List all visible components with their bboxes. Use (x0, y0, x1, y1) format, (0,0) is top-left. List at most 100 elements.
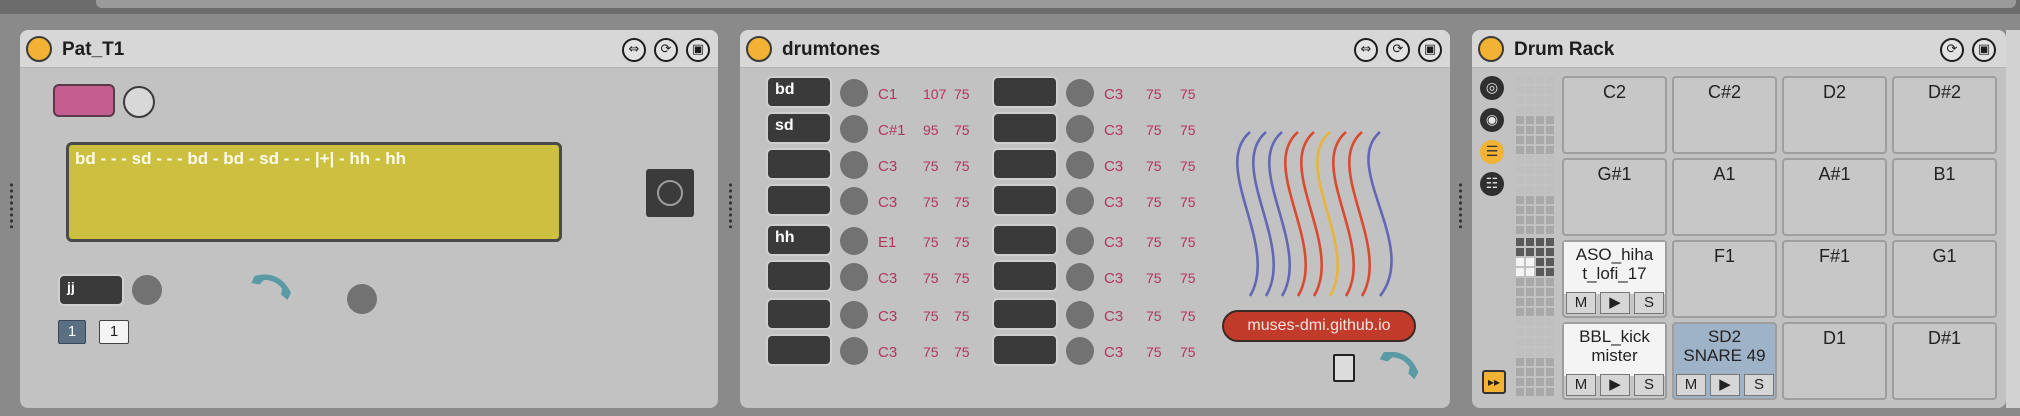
length-value[interactable]: 75 (1180, 270, 1196, 286)
drum-pad[interactable]: C#2 (1672, 76, 1777, 154)
drum-name-field[interactable] (766, 334, 832, 366)
note-value[interactable]: C3 (1104, 194, 1123, 211)
device-save-icon[interactable]: ▣ (1418, 38, 1442, 62)
note-value[interactable]: C3 (1104, 158, 1123, 175)
velocity-value[interactable]: 75 (1146, 344, 1162, 360)
length-value[interactable]: 75 (954, 270, 970, 286)
drum-name-field[interactable] (992, 334, 1058, 366)
note-value[interactable]: C3 (878, 308, 897, 325)
drum-name-field[interactable]: hh (766, 224, 832, 256)
counter-box-a[interactable]: 1 (58, 320, 86, 344)
drum-pad[interactable]: SD2 SNARE 49 M ▶ S (1672, 322, 1777, 400)
drum-name-field[interactable] (992, 224, 1058, 256)
device-power-toggle[interactable] (746, 36, 772, 62)
velocity-value[interactable]: 75 (1146, 122, 1162, 138)
pink-toggle-button[interactable] (53, 84, 115, 117)
note-value[interactable]: C3 (1104, 234, 1123, 251)
length-value[interactable]: 75 (954, 234, 970, 250)
note-value[interactable]: C3 (878, 194, 897, 211)
record-button[interactable] (646, 169, 694, 217)
note-value[interactable]: C3 (1104, 86, 1123, 103)
drum-name-field[interactable] (992, 298, 1058, 330)
velocity-value[interactable]: 75 (923, 270, 939, 286)
jj-button[interactable]: jj (58, 274, 124, 306)
auto-select-icon[interactable]: ▸▸ (1482, 370, 1506, 394)
counter-box-b[interactable]: 1 (99, 320, 129, 344)
velocity-value[interactable]: 75 (1146, 158, 1162, 174)
pattern-text-box[interactable]: bd - - - sd - - - bd - bd - sd - - - |+|… (66, 142, 562, 242)
drum-name-field[interactable] (766, 148, 832, 180)
drum-name-field[interactable] (766, 184, 832, 216)
resize-grip[interactable] (1458, 182, 1463, 228)
length-value[interactable]: 75 (954, 194, 970, 210)
drum-name-field[interactable] (992, 184, 1058, 216)
solo-button[interactable]: S (1634, 292, 1664, 314)
device-hotswap-icon[interactable]: ⟳ (1940, 38, 1964, 62)
preview-play-button[interactable]: ▶ (1710, 374, 1740, 396)
drum-name-field[interactable] (992, 148, 1058, 180)
resize-grip[interactable] (728, 182, 733, 228)
note-value[interactable]: C3 (1104, 308, 1123, 325)
drum-pad[interactable]: C2 (1562, 76, 1667, 154)
length-value[interactable]: 75 (954, 158, 970, 174)
device-hotswap-icon[interactable]: ⟳ (1386, 38, 1410, 62)
velocity-value[interactable]: 75 (1146, 234, 1162, 250)
length-value[interactable]: 75 (1180, 158, 1196, 174)
note-value[interactable]: C#1 (878, 122, 906, 139)
solo-button[interactable]: S (1634, 374, 1664, 396)
length-value[interactable]: 75 (954, 344, 970, 360)
drum-pad[interactable]: D1 (1782, 322, 1887, 400)
note-value[interactable]: C1 (878, 86, 897, 103)
resize-grip[interactable] (9, 182, 14, 228)
length-value[interactable]: 75 (1180, 344, 1196, 360)
drum-pad[interactable]: BBL_kick mister M ▶ S (1562, 322, 1667, 400)
pad-overview-grid[interactable] (1516, 76, 1556, 402)
device-save-icon[interactable]: ▣ (1972, 38, 1996, 62)
length-value[interactable]: 75 (1180, 194, 1196, 210)
drum-pad[interactable]: F1 (1672, 240, 1777, 318)
note-value[interactable]: C3 (1104, 122, 1123, 139)
mute-button[interactable]: M (1676, 374, 1706, 396)
drum-pad[interactable]: D#2 (1892, 76, 1997, 154)
note-value[interactable]: C3 (878, 158, 897, 175)
drum-name-field[interactable] (992, 260, 1058, 292)
solo-button[interactable]: S (1744, 374, 1774, 396)
drum-pad[interactable]: A1 (1672, 158, 1777, 236)
velocity-value[interactable]: 75 (1146, 86, 1162, 102)
drum-pad[interactable]: A#1 (1782, 158, 1887, 236)
preview-play-button[interactable]: ▶ (1600, 292, 1630, 314)
velocity-value[interactable]: 75 (923, 308, 939, 324)
drum-name-field[interactable] (766, 298, 832, 330)
pad-view-icon[interactable]: ☰ (1480, 140, 1504, 164)
device-map-icon[interactable]: ⇔ (1354, 38, 1378, 62)
length-value[interactable]: 75 (954, 122, 970, 138)
velocity-value[interactable]: 75 (1146, 308, 1162, 324)
velocity-value[interactable]: 75 (1146, 270, 1162, 286)
mute-button[interactable]: M (1566, 292, 1596, 314)
note-value[interactable]: C3 (1104, 270, 1123, 287)
mute-button[interactable]: M (1566, 374, 1596, 396)
length-value[interactable]: 75 (1180, 122, 1196, 138)
note-value[interactable]: C3 (878, 270, 897, 287)
length-value[interactable]: 75 (954, 86, 970, 102)
drum-pad[interactable]: F#1 (1782, 240, 1887, 318)
drum-pad[interactable]: G#1 (1562, 158, 1667, 236)
note-value[interactable]: E1 (878, 234, 896, 251)
drum-name-field[interactable] (992, 76, 1058, 108)
drum-pad[interactable]: B1 (1892, 158, 1997, 236)
velocity-value[interactable]: 75 (923, 194, 939, 210)
device-save-icon[interactable]: ▣ (686, 38, 710, 62)
velocity-value[interactable]: 107 (923, 86, 946, 102)
velocity-value[interactable]: 75 (923, 158, 939, 174)
device-power-toggle[interactable] (1478, 36, 1504, 62)
page-icon[interactable] (1333, 354, 1355, 382)
velocity-value[interactable]: 75 (923, 234, 939, 250)
drum-name-field[interactable] (992, 112, 1058, 144)
length-value[interactable]: 75 (1180, 308, 1196, 324)
velocity-value[interactable]: 75 (923, 344, 939, 360)
chain-list-icon[interactable]: ◎ (1480, 76, 1504, 100)
preview-play-button[interactable]: ▶ (1600, 374, 1630, 396)
macro-camera-icon[interactable]: ◉ (1480, 108, 1504, 132)
return-list-icon[interactable]: ☷ (1480, 172, 1504, 196)
note-value[interactable]: C3 (878, 344, 897, 361)
